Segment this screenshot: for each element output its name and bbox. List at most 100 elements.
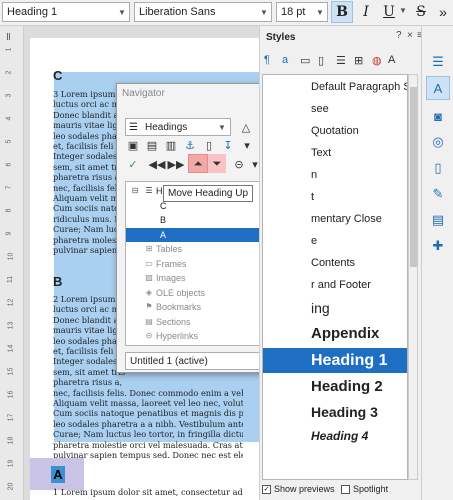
footer-icon[interactable]: ▥ — [163, 137, 179, 153]
manage-changes-icon[interactable]: ▤ — [426, 208, 450, 232]
tree-item-label: References — [156, 344, 202, 346]
chevron-down-icon[interactable]: ▼ — [313, 3, 327, 21]
font-name-combo[interactable]: Liberation Sans ▼ — [134, 2, 272, 22]
move-heading-down-icon[interactable]: ⏷ — [209, 156, 225, 172]
page-icon[interactable]: ▯ — [426, 156, 450, 180]
style-list-item[interactable]: Default Paragraph Style — [263, 77, 407, 97]
paragraph-style-value: Heading 1 — [7, 6, 58, 18]
text-line[interactable]: pharetra risus a, — [53, 377, 243, 387]
document-heading-a[interactable]: A — [51, 466, 65, 483]
strikethrough-button[interactable]: S — [410, 1, 432, 23]
design-icon[interactable]: ✚ — [426, 234, 450, 258]
show-previews-checkbox[interactable]: ✓ — [262, 485, 271, 495]
set-reminder-icon[interactable]: ▯ — [201, 137, 217, 153]
style-list-item[interactable]: r and Footer — [263, 275, 407, 295]
styles-icon[interactable]: A — [426, 76, 450, 100]
paragraph-styles-icon[interactable]: ¶ — [264, 54, 270, 66]
style-list-item[interactable]: Heading 3 — [263, 401, 407, 424]
style-list-item[interactable]: see — [263, 99, 407, 119]
page-styles-icon[interactable]: ▯ — [318, 54, 324, 67]
formatting-toolbar: Heading 1 ▼ Liberation Sans ▼ 18 pt ▼ B … — [0, 0, 453, 26]
tree-item-label: Hyperlinks — [156, 331, 199, 341]
ruler-tick: 17 — [7, 413, 15, 422]
text-line[interactable]: pharetra molestie orci vel malesuada. Cr… — [53, 440, 243, 450]
styles-footer: ✓ Show previews Spotlight — [262, 482, 422, 496]
style-list-item[interactable]: Heading 2 — [263, 375, 407, 399]
text-line[interactable]: Cum sociis natoque penatibus et magnis d… — [53, 408, 243, 418]
link-icon[interactable]: ⊝ — [231, 156, 247, 172]
promote-chapter-icon[interactable]: ◀◀ — [149, 156, 166, 172]
style-list-item[interactable]: mentary Close — [263, 209, 407, 229]
more-options-button[interactable]: » — [432, 1, 453, 23]
italic-button[interactable]: I — [355, 1, 377, 23]
help-icon[interactable]: ? — [396, 30, 402, 41]
frame-styles-icon[interactable]: ▭ — [300, 54, 310, 67]
text-line[interactable]: Aliquam velit massa, laoreet vel leo nec… — [53, 398, 243, 408]
text-line[interactable]: Curae; Nam luctus leo tortor, in fringil… — [53, 429, 243, 439]
navigator-content-type-combo[interactable]: ☰ Headings ▼ — [125, 118, 231, 136]
spotlight-checkbox[interactable] — [341, 485, 351, 495]
new-style-icon[interactable]: A — [388, 54, 395, 66]
scroll-thumb[interactable] — [410, 87, 417, 267]
previous-object-icon[interactable]: △ — [238, 119, 254, 135]
drag-mode-icon[interactable]: ↧ — [220, 137, 236, 153]
checkmark-icon[interactable]: ✓ — [125, 156, 141, 172]
text-line[interactable]: leo sodales pharetra a a nibh. Vestibulu… — [53, 419, 243, 429]
bookmarks-icon: ⚑ — [145, 302, 153, 311]
underline-dropdown-icon[interactable]: ▼ — [399, 6, 407, 15]
ruler-tick: 14 — [7, 344, 15, 353]
chevron-down-icon[interactable]: ▼ — [115, 3, 129, 21]
style-inspector-icon[interactable]: ✎ — [426, 182, 450, 206]
chevron-down-icon[interactable]: ▼ — [257, 3, 271, 21]
style-list-item[interactable]: t — [263, 187, 407, 207]
tree-item-label: OLE objects — [156, 287, 206, 298]
spotlight-label: Spotlight — [353, 484, 389, 494]
list-icon: ☰ — [129, 121, 138, 133]
style-list-item[interactable]: Heading 4 — [263, 426, 407, 447]
document-heading-c[interactable]: C — [53, 68, 62, 83]
ruler-tick: 2 — [5, 70, 13, 75]
document-heading-b[interactable]: B — [53, 274, 62, 289]
properties-icon[interactable]: ☰ — [426, 50, 450, 74]
style-list-item[interactable]: Contents — [263, 253, 407, 273]
character-styles-icon[interactable]: a — [282, 54, 288, 66]
fill-format-icon[interactable]: ◍ — [372, 54, 382, 67]
style-list[interactable]: Default Paragraph StyleseeQuotationTextn… — [262, 74, 408, 480]
close-icon[interactable]: × — [407, 30, 413, 41]
toggle-icon[interactable]: ▣ — [125, 137, 141, 153]
table-styles-icon[interactable]: ⊞ — [354, 54, 363, 67]
vertical-ruler[interactable]: 1 2 3 4 5 6 7 8 9 10 11 12 13 14 15 16 17 18 19 20 — [0, 26, 24, 500]
style-list-scrollbar[interactable] — [408, 74, 418, 480]
underline-button[interactable]: U — [378, 1, 400, 23]
style-list-item[interactable]: n — [263, 165, 407, 185]
header-icon[interactable]: ▤ — [144, 137, 160, 153]
font-size-value: 18 pt — [281, 6, 306, 18]
style-list-item[interactable]: Text — [263, 143, 407, 163]
list-styles-icon[interactable]: ☰ — [336, 54, 346, 67]
style-list-item[interactable]: e — [263, 231, 407, 251]
paragraph-style-combo[interactable]: Heading 1 ▼ — [2, 2, 130, 22]
paragraph-a[interactable]: 1 Lorem ipsum dolor sit amet, consectetu… — [53, 487, 243, 497]
ruler-tick: 6 — [5, 162, 13, 167]
demote-chapter-icon[interactable]: ▶▶ — [168, 156, 185, 172]
show-previews-label: Show previews — [274, 484, 335, 494]
font-size-combo[interactable]: 18 pt ▼ — [276, 2, 328, 22]
move-heading-up-icon[interactable]: ⏶ — [190, 156, 206, 172]
anchor-icon[interactable]: ⚓ — [182, 137, 198, 153]
chevron-down-icon[interactable]: ▾ — [239, 137, 255, 153]
navigator-icon[interactable]: ◎ — [426, 130, 450, 154]
ruler-tick: 13 — [7, 321, 15, 330]
style-list-item[interactable]: Quotation — [263, 121, 407, 141]
ruler-tick: 5 — [5, 139, 13, 144]
style-list-item[interactable]: Appendix — [263, 322, 407, 346]
style-list-item[interactable]: ing — [263, 297, 407, 320]
chevron-down-icon[interactable]: ▼ — [218, 123, 230, 132]
collapse-icon[interactable]: ⊟ — [130, 186, 140, 196]
gallery-icon[interactable]: ◙ — [426, 104, 450, 128]
text-line[interactable]: nec, facilisis felis. Donec commodo enim… — [53, 388, 243, 398]
tree-item-label: Tables — [156, 244, 183, 254]
style-list-item[interactable]: Heading 1 — [263, 348, 407, 373]
ruler-tick: 15 — [7, 367, 15, 376]
bold-button[interactable]: B — [331, 1, 353, 23]
tree-item-label: A — [160, 229, 167, 240]
